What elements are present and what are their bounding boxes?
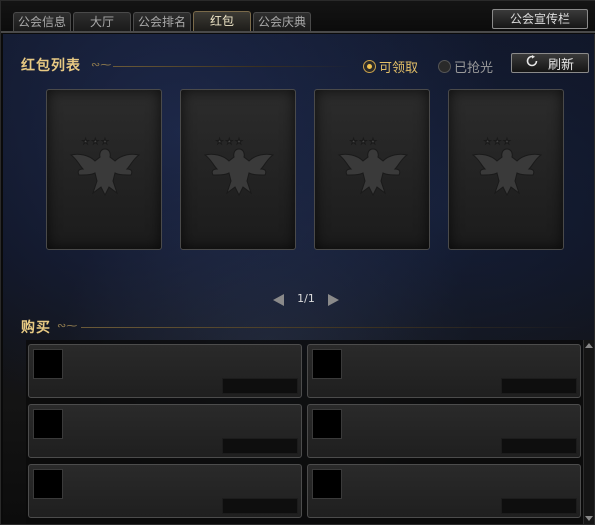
item-thumbnail bbox=[33, 409, 63, 439]
item-price-box bbox=[501, 438, 577, 454]
radio-unselected-icon bbox=[438, 60, 451, 73]
svg-text:★ ★ ★: ★ ★ ★ bbox=[484, 137, 511, 146]
radio-selected-icon bbox=[363, 60, 376, 73]
buy-list-scrollbar[interactable] bbox=[583, 340, 594, 524]
refresh-label: 刷新 bbox=[547, 57, 574, 73]
title-flourish-icon: ∾⁓ bbox=[57, 319, 78, 332]
buy-item-slot[interactable] bbox=[28, 404, 302, 458]
red-packet-card[interactable]: ★ ★ ★ bbox=[180, 89, 296, 250]
tab-bar: 公会信息 大厅 公会排名 红包 公会庆典 公会宣传栏 bbox=[1, 1, 595, 34]
buy-section-title: 购买 bbox=[21, 320, 51, 336]
tab-divider bbox=[1, 31, 595, 33]
red-packet-card[interactable]: ★ ★ ★ bbox=[448, 89, 564, 250]
eagle-emblem-icon: ★ ★ ★ bbox=[203, 137, 275, 197]
section-divider bbox=[81, 327, 581, 328]
item-thumbnail bbox=[33, 349, 63, 379]
red-packet-card[interactable]: ★ ★ ★ bbox=[314, 89, 430, 250]
buy-item-slot[interactable] bbox=[307, 344, 581, 398]
tab-red-packet[interactable]: 红包 bbox=[193, 11, 251, 31]
next-page-arrow-icon[interactable] bbox=[328, 294, 339, 306]
svg-text:★ ★ ★: ★ ★ ★ bbox=[350, 137, 377, 146]
title-flourish-icon: ∾⁓ bbox=[91, 58, 112, 71]
guild-window: 公会信息 大厅 公会排名 红包 公会庆典 公会宣传栏 红包列表 ∾⁓ 可领取 已… bbox=[0, 0, 595, 525]
eagle-emblem-icon: ★ ★ ★ bbox=[337, 137, 409, 197]
item-thumbnail bbox=[312, 349, 342, 379]
buy-item-slot[interactable] bbox=[307, 464, 581, 518]
guild-promo-button[interactable]: 公会宣传栏 bbox=[492, 9, 588, 29]
item-price-box bbox=[222, 378, 298, 394]
refresh-button[interactable]: 刷新 bbox=[511, 53, 589, 73]
filter-claimable-label: 可领取 bbox=[379, 61, 419, 76]
buy-item-slot[interactable] bbox=[307, 404, 581, 458]
item-price-box bbox=[222, 498, 298, 514]
section-divider bbox=[113, 66, 353, 67]
buy-item-slot[interactable] bbox=[28, 464, 302, 518]
item-thumbnail bbox=[312, 409, 342, 439]
filter-claimable[interactable]: 可领取 bbox=[363, 57, 418, 76]
item-price-box bbox=[501, 498, 577, 514]
tab-guild-ranking[interactable]: 公会排名 bbox=[133, 12, 191, 31]
item-price-box bbox=[222, 438, 298, 454]
svg-text:★ ★ ★: ★ ★ ★ bbox=[216, 137, 243, 146]
page-indicator: 1/1 bbox=[297, 292, 315, 305]
filter-sold-out-label: 已抢光 bbox=[454, 61, 494, 76]
refresh-icon bbox=[526, 55, 538, 71]
red-packet-card[interactable]: ★ ★ ★ bbox=[46, 89, 162, 250]
tab-hall[interactable]: 大厅 bbox=[73, 12, 131, 31]
scroll-down-arrow-icon[interactable] bbox=[585, 516, 593, 521]
item-thumbnail bbox=[312, 469, 342, 499]
item-price-box bbox=[501, 378, 577, 394]
tab-guild-celebration[interactable]: 公会庆典 bbox=[253, 12, 311, 31]
filter-sold-out[interactable]: 已抢光 bbox=[438, 57, 493, 76]
buy-item-list bbox=[26, 340, 584, 524]
svg-text:★ ★ ★: ★ ★ ★ bbox=[82, 137, 109, 146]
buy-item-slot[interactable] bbox=[28, 344, 302, 398]
tab-guild-info[interactable]: 公会信息 bbox=[13, 12, 71, 31]
scroll-up-arrow-icon[interactable] bbox=[585, 343, 593, 348]
eagle-emblem-icon: ★ ★ ★ bbox=[69, 137, 141, 197]
prev-page-arrow-icon[interactable] bbox=[273, 294, 284, 306]
red-packet-list-title: 红包列表 bbox=[21, 58, 81, 74]
item-thumbnail bbox=[33, 469, 63, 499]
eagle-emblem-icon: ★ ★ ★ bbox=[471, 137, 543, 197]
